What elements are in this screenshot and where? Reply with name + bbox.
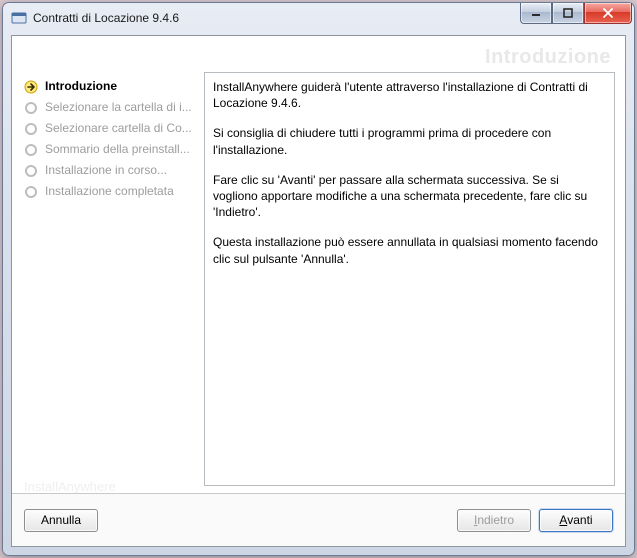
step-introduzione: Introduzione [22, 76, 200, 97]
circle-icon [24, 122, 38, 136]
step-sommario: Sommario della preinstall... [22, 139, 200, 160]
step-list: Introduzione Selezionare la cartella di … [22, 72, 200, 486]
step-label: Installazione in corso... [45, 163, 167, 178]
intro-paragraph-2: Si consiglia di chiudere tutti i program… [213, 125, 606, 157]
intro-paragraph-4: Questa installazione può essere annullat… [213, 234, 606, 266]
circle-icon [24, 143, 38, 157]
step-completata: Installazione completata [22, 181, 200, 202]
banner-heading: Introduzione [485, 46, 611, 69]
intro-paragraph-3: Fare clic su 'Avanti' per passare alla s… [213, 172, 606, 221]
window-title: Contratti di Locazione 9.4.6 [33, 11, 179, 25]
circle-icon [24, 101, 38, 115]
intro-paragraph-1: InstallAnywhere guiderà l'utente attrave… [213, 79, 606, 111]
step-label: Installazione completata [45, 184, 174, 199]
footer-bar: Annulla Indietro Avanti [12, 493, 625, 546]
step-label: Selezionare cartella di Co... [45, 121, 192, 136]
close-button[interactable] [584, 3, 632, 24]
app-icon [11, 10, 27, 26]
back-button[interactable]: Indietro [457, 509, 531, 532]
wizard-body: Introduzione Selezionare la cartella di … [22, 72, 615, 486]
titlebar[interactable]: Contratti di Locazione 9.4.6 [3, 3, 634, 33]
dialog-panel: Introduzione Introduzione [11, 35, 626, 547]
back-button-rest: ndietro [477, 513, 514, 527]
next-button[interactable]: Avanti [539, 509, 613, 532]
step-cartella-collegamenti: Selezionare cartella di Co... [22, 118, 200, 139]
step-label: Selezionare la cartella di i... [45, 100, 192, 115]
circle-icon [24, 185, 38, 199]
circle-icon [24, 164, 38, 178]
installer-window: Contratti di Locazione 9.4.6 Introduzion… [3, 3, 634, 555]
next-button-rest: vanti [567, 513, 592, 527]
maximize-button[interactable] [552, 3, 584, 24]
content-panel: InstallAnywhere guiderà l'utente attrave… [204, 72, 615, 486]
minimize-button[interactable] [520, 3, 552, 24]
window-controls [520, 3, 632, 24]
step-installazione: Installazione in corso... [22, 160, 200, 181]
step-label: Sommario della preinstall... [45, 142, 190, 157]
content-text: InstallAnywhere guiderà l'utente attrave… [213, 79, 606, 479]
cancel-button-label: Annulla [41, 513, 81, 527]
cancel-button[interactable]: Annulla [24, 509, 98, 532]
step-cartella-installazione: Selezionare la cartella di i... [22, 97, 200, 118]
step-label: Introduzione [45, 79, 117, 94]
arrow-right-icon [24, 80, 38, 94]
